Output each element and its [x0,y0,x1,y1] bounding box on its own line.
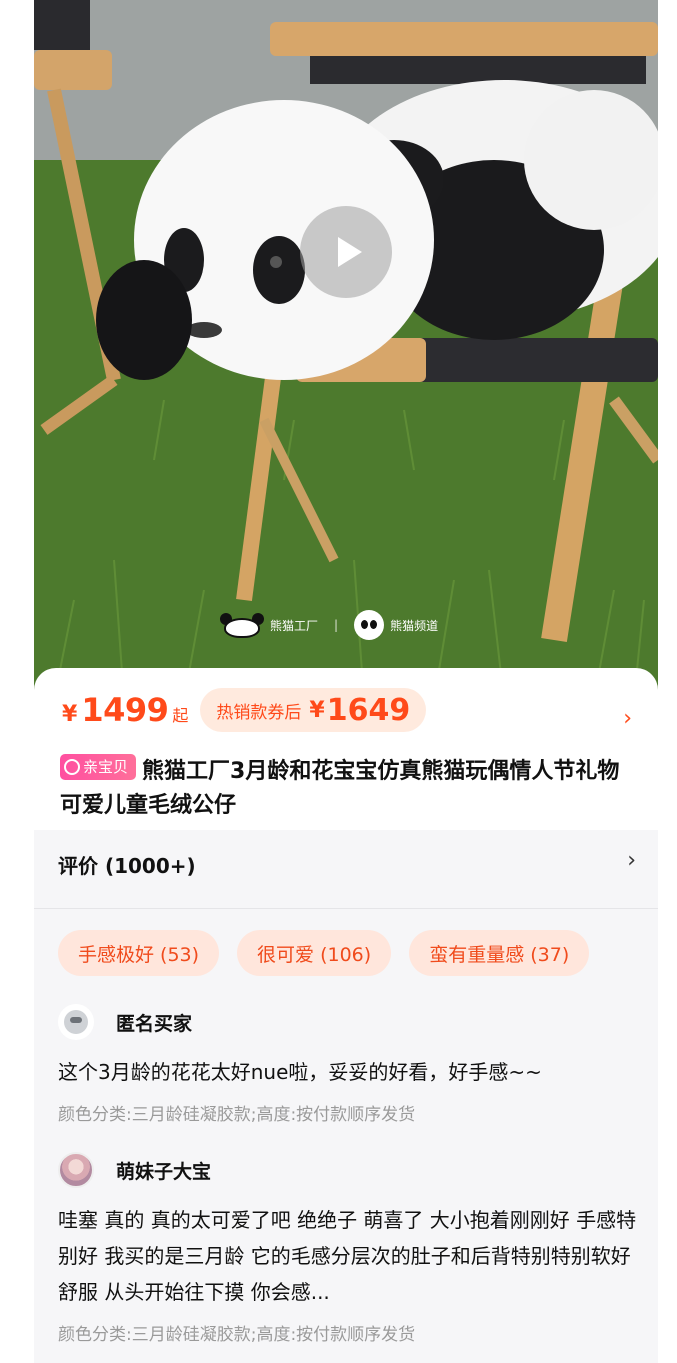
avatar [58,1152,94,1188]
review-text: 这个3月龄的花花太好nue啦，妥妥的好看，好手感~~ [58,1060,542,1084]
review-text: 哇塞 真的 真的太可爱了吧 绝绝子 萌喜了 大小抱着刚刚好 手感特别好 我买的是… [58,1208,637,1304]
coupon-amount: 1649 [326,692,411,728]
panda-photo [34,0,658,710]
review-username: 匿名买家 [116,1012,193,1035]
qinbaobei-badge: 亲宝贝 [60,754,137,780]
product-video-thumbnail[interactable]: 熊猫工厂 | 熊猫频道 [34,0,658,710]
search-icon [64,759,80,775]
badge-label: 亲宝贝 [83,758,129,776]
video-watermark: 熊猫工厂 | 熊猫频道 [220,610,438,640]
review-username: 萌妹子大宝 [116,1160,212,1183]
coupon-currency: ¥ [309,697,325,723]
review-tag[interactable]: 蛮有重量感 (37) [409,930,590,976]
review-user: 萌妹子大宝 [58,1150,646,1190]
panda-channel-logo-icon [354,610,385,640]
watermark-separator: | [334,618,339,632]
review-sku-meta: 颜色分类:三月龄硅凝胶款;高度:按付款顺序发货 [58,1105,416,1125]
reviews-header[interactable]: 评价 (1000+) [58,850,196,879]
price: ¥ 1499 起 [62,691,188,729]
play-video-button[interactable] [300,206,392,298]
product-page: 熊猫工厂 | 熊猫频道 ¥ 1499 起 热销款券后 ¥ 1649 › 亲宝贝 [34,0,658,1363]
review-tag[interactable]: 手感极好 (53) [58,930,220,976]
review-item[interactable]: 萌妹子大宝 哇塞 真的 真的太可爱了吧 绝绝子 萌喜了 大小抱着刚刚好 手感特别… [58,1150,646,1345]
reviews-section: 评价 (1000+) › 手感极好 (53) 很可爱 (106) 蛮有重量感 (… [34,830,658,1363]
review-tag[interactable]: 很可爱 (106) [237,930,392,976]
price-amount: 1499 [81,691,169,729]
panda-factory-logo-icon [220,613,264,638]
product-title: 熊猫工厂3月龄和花宝宝仿真熊猫玩偶情人节礼物可爱儿童毛绒公仔 [60,759,620,818]
product-info-card: ¥ 1499 起 热销款券后 ¥ 1649 › 亲宝贝 熊猫工厂3月龄和花宝宝仿… [34,668,658,828]
price-currency: ¥ [62,702,78,727]
price-suffix: 起 [172,706,189,725]
coupon-label: 热销款券后 [216,702,302,723]
play-icon [338,237,362,267]
price-row[interactable]: ¥ 1499 起 热销款券后 ¥ 1649 [62,688,427,732]
watermark-left-text: 熊猫工厂 [270,618,319,633]
anonymous-avatar-icon [58,1004,94,1040]
chevron-right-icon[interactable]: › [627,848,636,873]
review-item[interactable]: 匿名买家 这个3月龄的花花太好nue啦，妥妥的好看，好手感~~ 颜色分类:三月龄… [58,1002,646,1125]
chevron-right-icon[interactable]: › [623,706,632,731]
product-title-block: 亲宝贝 熊猫工厂3月龄和花宝宝仿真熊猫玩偶情人节礼物可爱儿童毛绒公仔 [60,754,640,823]
watermark-right-text: 熊猫频道 [390,618,439,633]
coupon-price-pill[interactable]: 热销款券后 ¥ 1649 [200,688,427,732]
divider [34,908,658,909]
review-sku-meta: 颜色分类:三月龄硅凝胶款;高度:按付款顺序发货 [58,1325,416,1345]
review-tags: 手感极好 (53) 很可爱 (106) 蛮有重量感 (37) [58,930,590,976]
review-user: 匿名买家 [58,1002,646,1042]
